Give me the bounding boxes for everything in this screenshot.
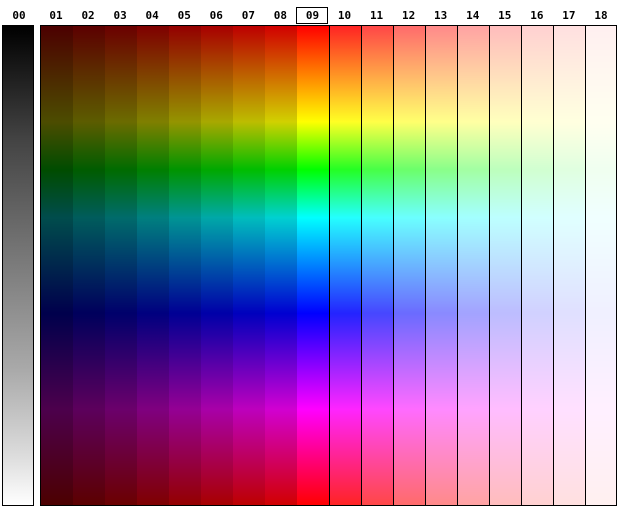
tint-overlay: [489, 26, 522, 505]
tint-overlay: [585, 26, 616, 505]
hue-column-13[interactable]: [425, 26, 459, 505]
tint-overlay: [169, 26, 201, 505]
tint-overlay: [73, 26, 105, 505]
grey-scale-column[interactable]: [2, 25, 34, 506]
tint-overlay: [137, 26, 169, 505]
column-label-17[interactable]: 17: [553, 8, 585, 23]
column-label-00[interactable]: 00: [4, 8, 34, 23]
column-label-06[interactable]: 06: [200, 8, 232, 23]
hue-column-16[interactable]: [521, 26, 555, 505]
hue-column-17[interactable]: [553, 26, 587, 505]
hue-column-18[interactable]: [585, 26, 616, 505]
tint-overlay: [265, 26, 297, 505]
tint-overlay: [393, 26, 426, 505]
hue-column-02[interactable]: [73, 26, 106, 505]
tint-overlay: [297, 26, 329, 505]
hue-column-08[interactable]: [265, 26, 298, 505]
column-label-12[interactable]: 12: [393, 8, 425, 23]
column-label-02[interactable]: 02: [72, 8, 104, 23]
column-label-11[interactable]: 11: [361, 8, 393, 23]
tint-overlay: [41, 26, 73, 505]
hue-column-09[interactable]: [297, 26, 330, 505]
column-label-18[interactable]: 18: [585, 8, 617, 23]
tint-overlay: [553, 26, 586, 505]
column-label-04[interactable]: 04: [136, 8, 168, 23]
tint-overlay: [457, 26, 490, 505]
column-label-14[interactable]: 14: [457, 8, 489, 23]
column-label-16[interactable]: 16: [521, 8, 553, 23]
column-label-09[interactable]: 09: [296, 7, 329, 24]
column-label-07[interactable]: 07: [232, 8, 264, 23]
tint-overlay: [233, 26, 265, 505]
column-label-15[interactable]: 15: [489, 8, 521, 23]
column-label-01[interactable]: 01: [40, 8, 72, 23]
column-label-13[interactable]: 13: [425, 8, 457, 23]
hue-column-06[interactable]: [201, 26, 234, 505]
tint-overlay: [201, 26, 233, 505]
hue-column-05[interactable]: [169, 26, 202, 505]
hue-column-10[interactable]: [329, 26, 363, 505]
tint-overlay: [329, 26, 362, 505]
column-label-03[interactable]: 03: [104, 8, 136, 23]
tint-overlay: [105, 26, 137, 505]
column-header-row: 00 01 02 03 04 05 06 07 08 09 10 11 12 13 14 15 16 17 18: [0, 0, 640, 24]
color-palette-grid: [40, 25, 617, 506]
hue-column-12[interactable]: [393, 26, 427, 505]
column-label-08[interactable]: 08: [264, 8, 296, 23]
hue-column-07[interactable]: [233, 26, 266, 505]
tint-overlay: [521, 26, 554, 505]
hue-column-03[interactable]: [105, 26, 138, 505]
tint-overlay: [425, 26, 458, 505]
hue-column-14[interactable]: [457, 26, 491, 505]
tint-overlay: [361, 26, 394, 505]
hue-column-15[interactable]: [489, 26, 523, 505]
hue-column-11[interactable]: [361, 26, 395, 505]
column-label-05[interactable]: 05: [168, 8, 200, 23]
column-label-10[interactable]: 10: [329, 8, 361, 23]
hue-column-01[interactable]: [41, 26, 74, 505]
hue-column-04[interactable]: [137, 26, 170, 505]
